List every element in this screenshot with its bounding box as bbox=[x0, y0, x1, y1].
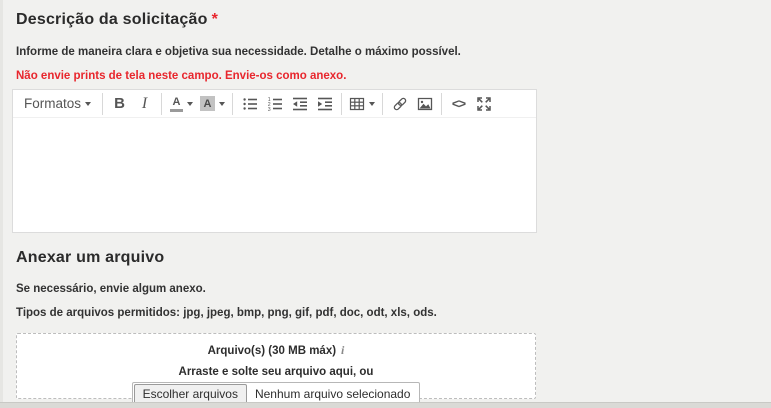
editor-content-area[interactable] bbox=[13, 118, 536, 232]
svg-text:3: 3 bbox=[267, 107, 270, 112]
insert-link-button[interactable] bbox=[387, 92, 412, 116]
description-section-title: Descrição da solicitação* bbox=[16, 10, 537, 30]
formats-dropdown-label: Formatos bbox=[24, 96, 81, 111]
request-form-page: Descrição da solicitação* Informe de man… bbox=[0, 0, 771, 408]
insert-image-button[interactable] bbox=[412, 92, 437, 116]
bullet-list-icon bbox=[242, 96, 258, 112]
bottom-panel-edge bbox=[0, 402, 771, 408]
italic-button[interactable]: I bbox=[132, 92, 157, 116]
italic-icon: I bbox=[142, 95, 147, 113]
numbered-list-button[interactable]: 123 bbox=[262, 92, 287, 116]
dropzone-title: Arquivo(s) (30 MB máx)i bbox=[17, 343, 535, 359]
source-code-icon: <> bbox=[452, 96, 465, 111]
text-color-icon: A bbox=[170, 96, 183, 112]
chevron-down-icon bbox=[187, 102, 193, 106]
table-icon bbox=[349, 96, 365, 112]
chevron-down-icon bbox=[219, 102, 225, 106]
toolbar-divider bbox=[232, 93, 233, 115]
outdent-icon bbox=[292, 96, 308, 112]
chevron-down-icon bbox=[369, 102, 375, 106]
description-help-text: Informe de maneira clara e objetiva sua … bbox=[16, 45, 537, 59]
rich-text-editor: Formatos B I A A bbox=[12, 89, 537, 233]
source-code-button[interactable]: <> bbox=[446, 92, 471, 116]
formats-dropdown[interactable]: Formatos bbox=[17, 92, 98, 116]
info-icon[interactable]: i bbox=[341, 343, 344, 357]
required-asterisk: * bbox=[212, 11, 218, 28]
dropzone-drag-text: Arraste e solte seu arquivo aqui, ou bbox=[17, 365, 535, 379]
chevron-down-icon bbox=[85, 102, 91, 106]
choose-files-button[interactable]: Escolher arquivos bbox=[134, 384, 247, 404]
text-color-button[interactable]: A bbox=[166, 92, 197, 116]
attachment-section-title: Anexar um arquivo bbox=[16, 248, 537, 268]
attachment-allowed-types: Tipos de arquivos permitidos: jpg, jpeg,… bbox=[16, 306, 537, 320]
attachment-help-text: Se necessário, envie algum anexo. bbox=[16, 282, 537, 296]
image-icon bbox=[417, 96, 433, 112]
toolbar-divider bbox=[382, 93, 383, 115]
bold-icon: B bbox=[114, 95, 125, 112]
fullscreen-button[interactable] bbox=[471, 92, 496, 116]
file-status-text: Nenhum arquivo selecionado bbox=[248, 387, 419, 401]
toolbar-divider bbox=[161, 93, 162, 115]
file-dropzone[interactable]: Arquivo(s) (30 MB máx)i Arraste e solte … bbox=[16, 333, 536, 399]
indent-button[interactable] bbox=[312, 92, 337, 116]
bold-button[interactable]: B bbox=[107, 92, 132, 116]
fullscreen-icon bbox=[476, 96, 492, 112]
editor-toolbar: Formatos B I A A bbox=[13, 90, 536, 118]
panel-left-edge bbox=[0, 0, 3, 408]
numbered-list-icon: 123 bbox=[267, 96, 283, 112]
toolbar-divider bbox=[341, 93, 342, 115]
form-content: Descrição da solicitação* Informe de man… bbox=[16, 10, 537, 399]
table-button[interactable] bbox=[346, 92, 378, 116]
toolbar-divider bbox=[441, 93, 442, 115]
toolbar-divider bbox=[102, 93, 103, 115]
outdent-button[interactable] bbox=[287, 92, 312, 116]
description-warning-text: Não envie prints de tela neste campo. En… bbox=[16, 69, 537, 83]
description-title-text: Descrição da solicitação bbox=[16, 11, 208, 28]
bullet-list-button[interactable] bbox=[237, 92, 262, 116]
background-color-button[interactable]: A bbox=[197, 92, 228, 116]
background-color-icon: A bbox=[200, 96, 215, 111]
link-icon bbox=[392, 96, 408, 112]
indent-icon bbox=[317, 96, 333, 112]
